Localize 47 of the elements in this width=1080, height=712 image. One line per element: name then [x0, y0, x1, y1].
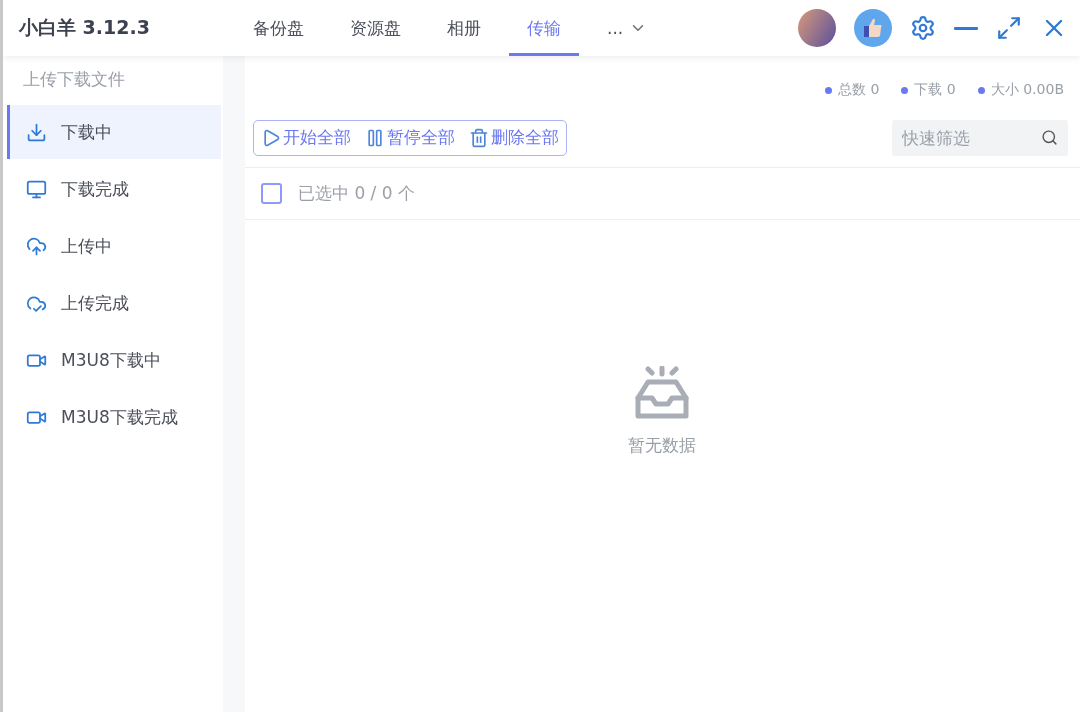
toolbar-button[interactable]: 暂停全部: [358, 120, 462, 155]
minimize-button[interactable]: [954, 26, 978, 30]
stat-dot: [901, 86, 909, 94]
sidebar-item[interactable]: 下载完成: [7, 162, 221, 216]
stat-text: 总数 0: [838, 81, 880, 99]
thumbs-up-icon[interactable]: [854, 9, 892, 47]
toolbar-button[interactable]: 删除全部: [462, 120, 566, 155]
settings-icon: [910, 15, 936, 41]
cloud-upload-icon: [26, 235, 47, 257]
sidebar-item[interactable]: 下载中: [7, 105, 221, 159]
selection-count: 已选中 0 / 0 个: [298, 182, 415, 205]
download-icon: [26, 121, 47, 143]
select-all-checkbox[interactable]: [261, 183, 282, 204]
nav-tab[interactable]: 资源盘: [332, 0, 419, 56]
sidebar-item[interactable]: M3U8下载中: [7, 333, 221, 387]
stat-dot: [977, 86, 985, 94]
sidebar-label: M3U8下载完成: [61, 405, 178, 429]
sidebar-label: 下载完成: [61, 177, 129, 201]
sidebar-label: 上传完成: [61, 291, 129, 315]
pause-icon: [365, 127, 385, 148]
app-title: 小白羊 3.12.3: [18, 15, 151, 40]
empty-inbox-icon: [634, 366, 690, 420]
stat-dot: [825, 86, 833, 94]
trash-icon: [469, 127, 489, 148]
search-icon: [1041, 128, 1058, 146]
sidebar-item[interactable]: 上传中: [7, 219, 221, 273]
sidebar-label: M3U8下载中: [61, 348, 161, 372]
play-icon: [261, 127, 281, 148]
toolbar-button[interactable]: 开始全部: [254, 120, 358, 155]
maximize-icon: [996, 15, 1022, 41]
nav-tab[interactable]: 相册: [429, 0, 499, 56]
avatar[interactable]: [798, 9, 836, 47]
stat-text: 下载 0: [914, 81, 956, 99]
monitor-icon: [26, 178, 47, 200]
sidebar-heading: 上传下载文件: [22, 68, 126, 91]
nav-tab[interactable]: ...: [589, 0, 666, 56]
sidebar-label: 上传中: [61, 234, 112, 258]
search-field[interactable]: 快速筛选: [892, 119, 1068, 156]
minimize-icon: [954, 26, 978, 30]
sidebar-label: 下载中: [61, 120, 112, 144]
sidebar-item[interactable]: 上传完成: [7, 276, 221, 330]
sidebar-item[interactable]: M3U8下载完成: [7, 390, 221, 444]
stat-text: 大小 0.00B: [990, 81, 1064, 99]
settings-button[interactable]: [910, 15, 936, 41]
empty-text: 暂无数据: [628, 434, 696, 457]
nav-tab[interactable]: 备份盘: [235, 0, 322, 56]
maximize-button[interactable]: [996, 15, 1022, 41]
